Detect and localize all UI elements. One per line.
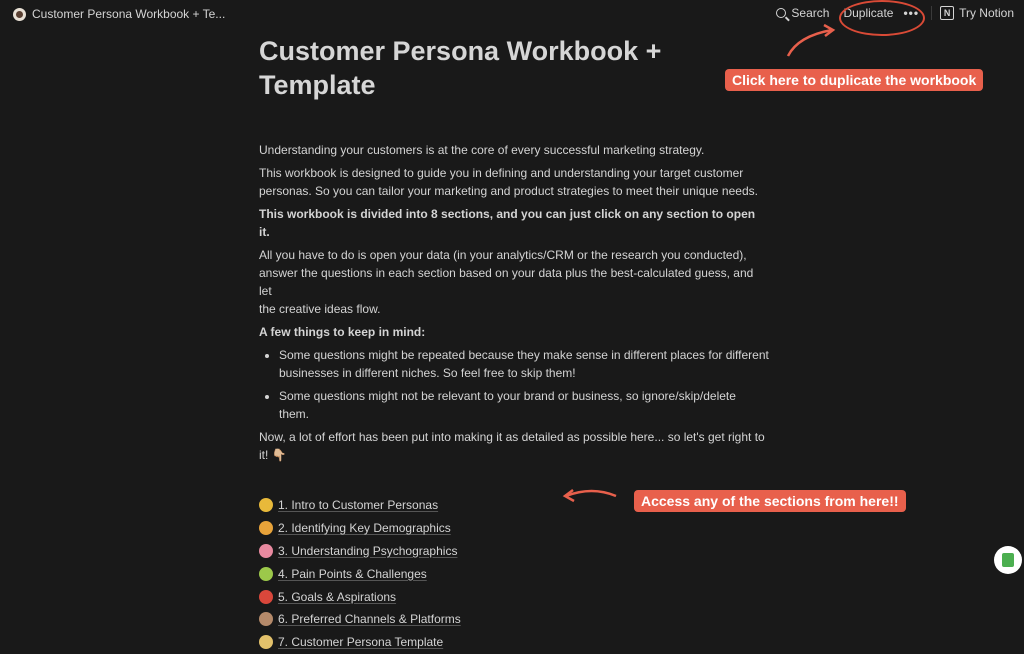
instructions-line3: the creative ideas flow. bbox=[259, 302, 381, 316]
search-icon bbox=[776, 8, 787, 18]
page-title-line1: Customer Persona Workbook + bbox=[259, 36, 662, 66]
section-link-4[interactable]: 4. Pain Points & Challenges bbox=[259, 562, 769, 585]
help-chat-button[interactable] bbox=[994, 546, 1022, 574]
section-link-3[interactable]: 3. Understanding Psychographics bbox=[259, 540, 769, 563]
sections-arrow-icon bbox=[562, 489, 617, 503]
sections-list: 1. Intro to Customer Personas 2. Identif… bbox=[259, 494, 769, 654]
tips-list: Some questions might be repeated because… bbox=[259, 346, 769, 423]
section-link-label[interactable]: 2. Identifying Key Demographics bbox=[278, 519, 451, 537]
purpose-paragraph: This workbook is designed to guide you i… bbox=[259, 164, 769, 200]
breadcrumb-page-title[interactable]: Customer Persona Workbook + Te... bbox=[32, 7, 225, 21]
duplicate-callout: Click here to duplicate the workbook bbox=[725, 69, 984, 91]
sections-info-paragraph: This workbook is divided into 8 sections… bbox=[259, 207, 756, 239]
section-link-label[interactable]: 1. Intro to Customer Personas bbox=[278, 496, 438, 514]
closing-line1: Now, a lot of effort has been put into m… bbox=[259, 430, 765, 444]
section-link-2[interactable]: 2. Identifying Key Demographics bbox=[259, 517, 769, 540]
search-label: Search bbox=[791, 6, 830, 20]
tips-heading: A few things to keep in mind: bbox=[259, 325, 426, 339]
section-link-label[interactable]: 6. Preferred Channels & Platforms bbox=[278, 610, 461, 628]
purpose-line1: This workbook is designed to guide you i… bbox=[259, 166, 744, 180]
chat-icon bbox=[1002, 553, 1014, 567]
tip1-line2: businesses in different niches. So feel … bbox=[279, 366, 576, 380]
closing-line2: it! 👇🏼 bbox=[259, 448, 287, 462]
duplicate-highlight-circle bbox=[839, 0, 925, 36]
instructions-paragraph: All you have to do is open your data (in… bbox=[259, 246, 769, 318]
instructions-line2: answer the questions in each section bas… bbox=[259, 266, 754, 298]
page-title: Customer Persona Workbook + Template bbox=[259, 34, 769, 102]
page-content: Customer Persona Workbook + Template Und… bbox=[259, 34, 769, 654]
memo-icon bbox=[259, 635, 273, 650]
try-notion-button[interactable]: N Try Notion bbox=[940, 6, 1014, 20]
thinking-face-icon bbox=[259, 498, 273, 513]
breadcrumb[interactable]: Customer Persona Workbook + Te... bbox=[13, 7, 225, 21]
target-icon bbox=[259, 589, 273, 604]
section-link-label[interactable]: 5. Goals & Aspirations bbox=[278, 588, 396, 606]
divider bbox=[931, 6, 933, 20]
instructions-line1: All you have to do is open your data (in… bbox=[259, 248, 747, 262]
brain-icon bbox=[259, 543, 273, 558]
page-icon bbox=[13, 7, 26, 21]
tip-item: Some questions might not be relevant to … bbox=[279, 387, 769, 423]
search-button[interactable]: Search bbox=[776, 6, 829, 20]
notion-logo-icon: N bbox=[940, 6, 955, 20]
section-link-6[interactable]: 6. Preferred Channels & Platforms bbox=[259, 608, 769, 631]
section-link-5[interactable]: 5. Goals & Aspirations bbox=[259, 585, 769, 608]
section-link-label[interactable]: 7. Customer Persona Template bbox=[278, 633, 443, 651]
section-link-label[interactable]: 3. Understanding Psychographics bbox=[278, 542, 457, 560]
sections-callout: Access any of the sections from here!! bbox=[634, 490, 906, 512]
purpose-line2: personas. So you can tailor your marketi… bbox=[259, 184, 758, 198]
closing-paragraph: Now, a lot of effort has been put into m… bbox=[259, 428, 769, 464]
tip-item: Some questions might be repeated because… bbox=[279, 346, 769, 382]
duplicate-arrow-icon bbox=[786, 24, 836, 57]
tip1-line1: Some questions might be repeated because… bbox=[279, 348, 769, 362]
page-title-line2: Template bbox=[259, 70, 376, 100]
try-notion-label: Try Notion bbox=[959, 6, 1014, 20]
phone-icon bbox=[259, 612, 273, 627]
intro-paragraph: Understanding your customers is at the c… bbox=[259, 143, 705, 157]
nerd-face-icon bbox=[259, 521, 273, 536]
section-link-7[interactable]: 7. Customer Persona Template bbox=[259, 631, 769, 654]
section-link-label[interactable]: 4. Pain Points & Challenges bbox=[278, 565, 427, 583]
